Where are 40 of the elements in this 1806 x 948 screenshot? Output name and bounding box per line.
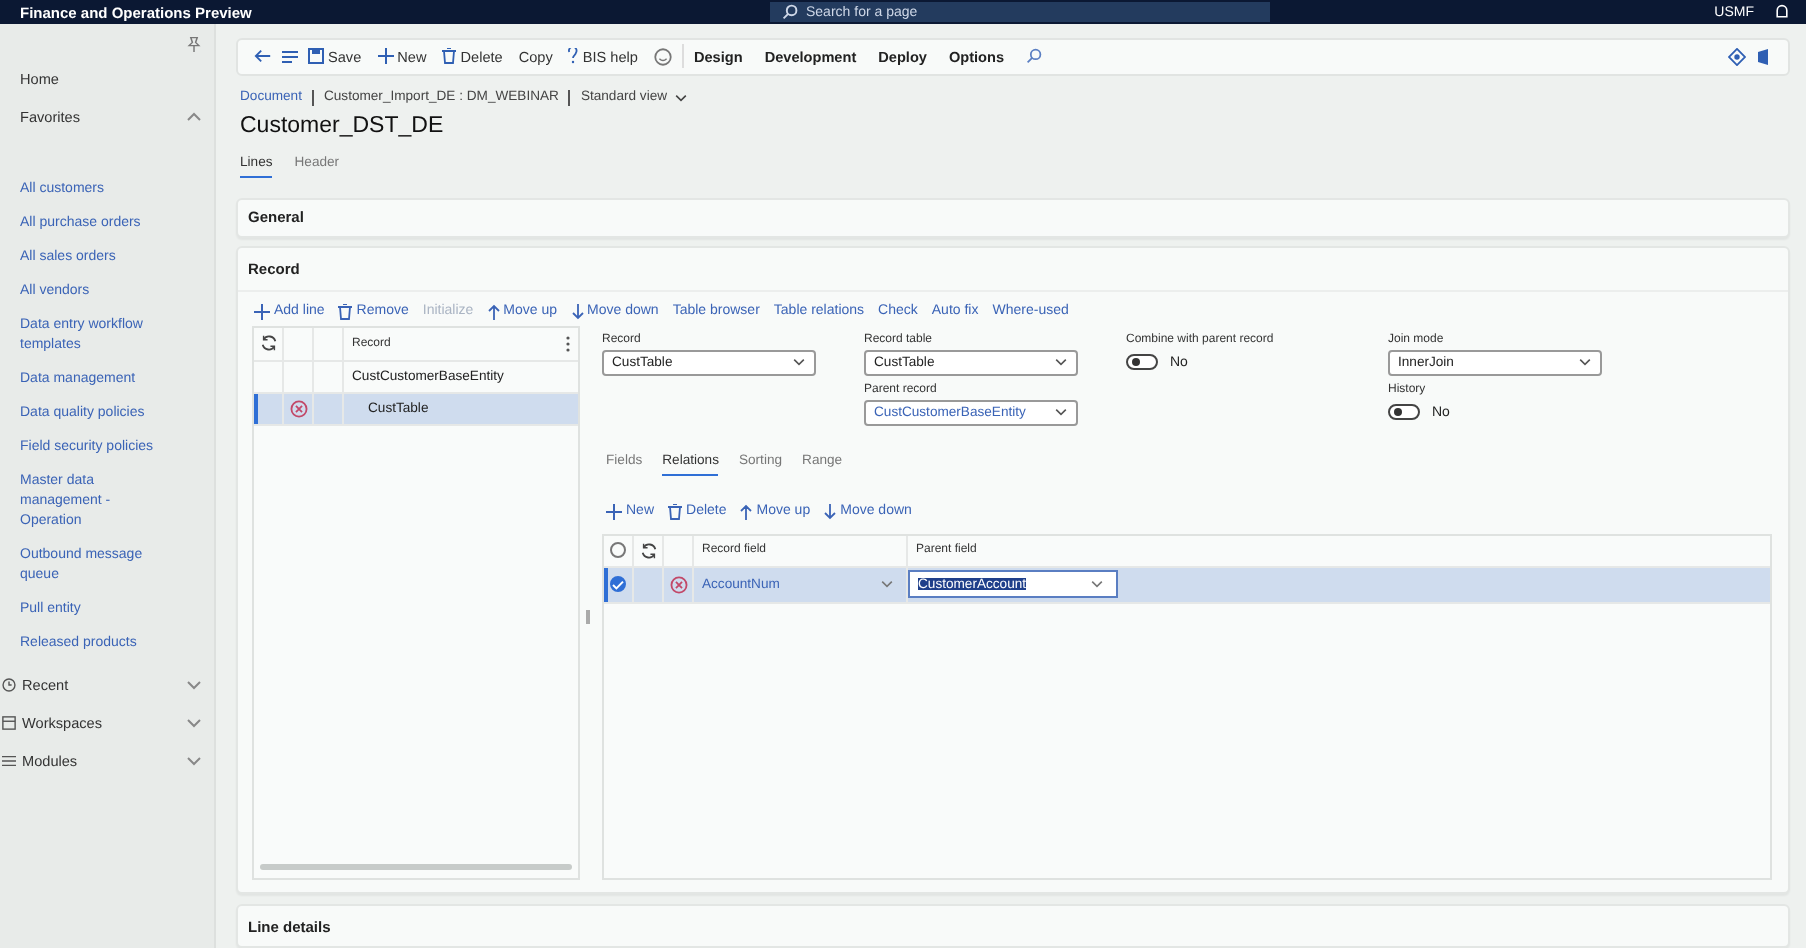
scrollbar[interactable] <box>260 864 572 871</box>
up-arrow-icon <box>487 303 500 320</box>
chevron-icon <box>1054 408 1068 417</box>
trash-icon <box>338 303 353 320</box>
chevron-icon <box>1090 580 1104 589</box>
row-checkbox[interactable] <box>610 576 626 593</box>
toggle-switch[interactable] <box>1126 354 1158 371</box>
plus-icon <box>377 48 394 65</box>
chevron-icon <box>792 358 806 367</box>
back-arrow-icon[interactable] <box>254 48 272 65</box>
search-icon <box>782 4 798 20</box>
chevron-icon <box>1578 358 1592 367</box>
list-icon <box>2 754 16 768</box>
chevron-icon <box>673 93 688 102</box>
save-icon <box>308 48 324 65</box>
bell-icon[interactable] <box>1774 4 1790 20</box>
down-arrow-icon <box>824 503 837 520</box>
up-arrow-icon <box>740 503 753 520</box>
pin-icon[interactable] <box>186 36 202 52</box>
select-all-checkbox[interactable] <box>610 542 626 559</box>
splitter-handle[interactable] <box>586 609 590 624</box>
refresh-icon[interactable] <box>639 541 657 560</box>
trash-icon <box>668 503 683 520</box>
chevron-icon <box>186 112 202 122</box>
refresh-icon[interactable] <box>259 334 277 353</box>
page-title: Customer_DST_DE <box>240 113 446 138</box>
toggle-switch[interactable] <box>1388 404 1420 421</box>
smiley-icon[interactable] <box>653 47 672 66</box>
lines-icon[interactable] <box>282 49 298 64</box>
clock-icon <box>2 678 16 692</box>
plus-icon <box>254 303 270 320</box>
down-arrow-icon <box>571 303 584 320</box>
search-icon[interactable] <box>1026 48 1043 65</box>
help-icon <box>568 48 579 65</box>
diamond-icon[interactable] <box>1728 47 1746 66</box>
workspace-icon <box>2 716 16 730</box>
chevron-icon <box>880 580 894 589</box>
chevron-icon <box>1054 358 1068 367</box>
plus-icon <box>606 503 622 520</box>
trash-icon <box>442 48 457 65</box>
